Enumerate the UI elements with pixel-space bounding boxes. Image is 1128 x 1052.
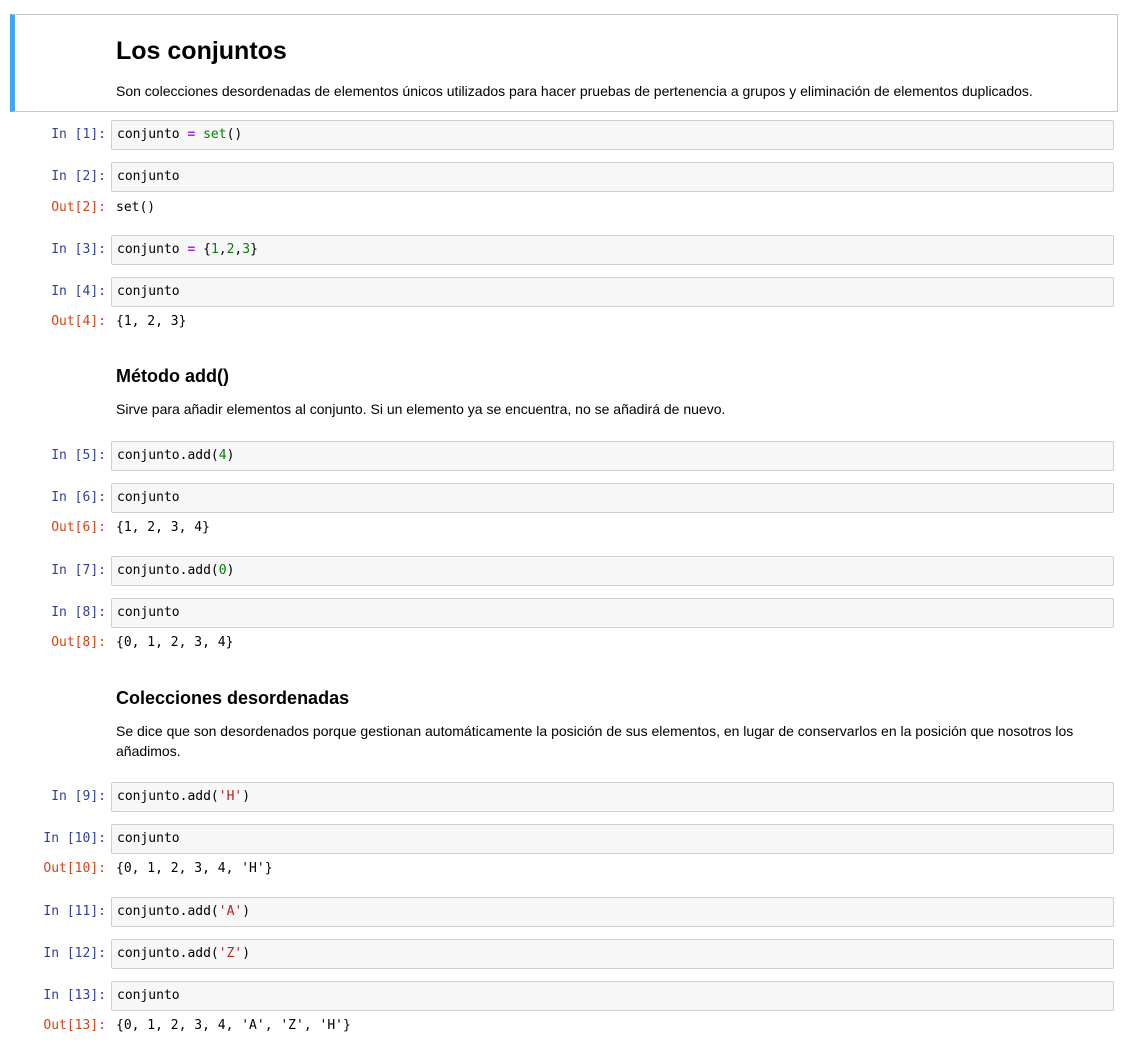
section-heading: Colecciones desordenadas bbox=[116, 688, 350, 708]
markdown-paragraph: Son colecciones desordenadas de elemento… bbox=[116, 83, 1033, 99]
code-cell: In [11]: conjunto.add('A') bbox=[0, 897, 1128, 927]
markdown-cell[interactable]: Método add() Sirve para añadir elementos … bbox=[116, 366, 1096, 419]
output-cell: Out[13]: {0, 1, 2, 3, 4, 'A', 'Z', 'H'} bbox=[0, 1011, 1128, 1041]
input-prompt: In [3]: bbox=[51, 242, 106, 257]
output-cell: Out[8]: {0, 1, 2, 3, 4} bbox=[0, 628, 1128, 658]
markdown-paragraph: Se dice que son desordenados porque gest… bbox=[116, 723, 1074, 759]
input-prompt: In [4]: bbox=[51, 284, 106, 299]
code-cell: In [1]: conjunto = set() bbox=[0, 120, 1128, 150]
code-token-num: 4 bbox=[218, 448, 227, 463]
input-prompt: In [2]: bbox=[51, 169, 106, 184]
code-token: conjunto.add( bbox=[117, 563, 219, 578]
output-prompt: Out[13]: bbox=[43, 1018, 106, 1033]
code-cell: In [4]: conjunto bbox=[0, 277, 1128, 307]
output-text: {0, 1, 2, 3, 4, 'A', 'Z', 'H'} bbox=[116, 1018, 351, 1033]
code-cell: In [5]: conjunto.add(4) bbox=[0, 441, 1128, 471]
code-token: conjunto bbox=[117, 284, 180, 299]
code-input[interactable]: conjunto.add('H') bbox=[111, 782, 1114, 812]
code-input[interactable]: conjunto bbox=[111, 162, 1114, 192]
code-token-str: 'A' bbox=[218, 904, 243, 919]
code-input[interactable]: conjunto.add(4) bbox=[111, 441, 1114, 471]
code-cell: In [12]: conjunto.add('Z') bbox=[0, 939, 1128, 969]
code-token-str: 'H' bbox=[218, 789, 243, 804]
page-title: Los conjuntos bbox=[116, 37, 287, 65]
output-text: {1, 2, 3, 4} bbox=[116, 520, 210, 535]
output-cell: Out[10]: {0, 1, 2, 3, 4, 'H'} bbox=[0, 854, 1128, 884]
notebook: Los conjuntos Son colecciones desordenada… bbox=[0, 0, 1128, 1052]
markdown-paragraph: Sirve para añadir elementos al conjunto.… bbox=[116, 401, 726, 417]
code-input[interactable]: conjunto.add('A') bbox=[111, 897, 1114, 927]
code-input[interactable]: conjunto bbox=[111, 277, 1114, 307]
markdown-cell[interactable]: Los conjuntos Son colecciones desordenada… bbox=[10, 14, 1118, 112]
code-token: conjunto bbox=[117, 490, 180, 505]
code-token: conjunto bbox=[117, 242, 188, 257]
code-cell: In [13]: conjunto bbox=[0, 981, 1128, 1011]
code-token: ) bbox=[226, 563, 235, 578]
code-token-num: 1 bbox=[210, 242, 219, 257]
output-prompt: Out[4]: bbox=[51, 314, 106, 329]
markdown-cell[interactable]: Colecciones desordenadas Se dice que son … bbox=[116, 688, 1096, 761]
code-token: () bbox=[226, 127, 243, 142]
code-cell: In [7]: conjunto.add(0) bbox=[0, 556, 1128, 586]
input-prompt: In [5]: bbox=[51, 448, 106, 463]
output-prompt: Out[8]: bbox=[51, 635, 106, 650]
output-prompt: Out[2]: bbox=[51, 200, 106, 215]
code-token-num: 3 bbox=[242, 242, 251, 257]
code-token: conjunto.add( bbox=[117, 904, 219, 919]
input-prompt: In [7]: bbox=[51, 563, 106, 578]
code-token: ) bbox=[242, 789, 251, 804]
code-token: conjunto bbox=[117, 169, 180, 184]
code-cell: In [8]: conjunto bbox=[0, 598, 1128, 628]
code-token-num: 0 bbox=[218, 563, 227, 578]
code-token: { bbox=[195, 242, 211, 257]
code-token: conjunto.add( bbox=[117, 448, 219, 463]
code-input[interactable]: conjunto = set() bbox=[111, 120, 1114, 150]
code-token: conjunto bbox=[117, 831, 180, 846]
code-token: conjunto.add( bbox=[117, 946, 219, 961]
input-prompt: In [12]: bbox=[43, 946, 106, 961]
code-token: conjunto bbox=[117, 605, 180, 620]
code-input[interactable]: conjunto = {1,2,3} bbox=[111, 235, 1114, 265]
code-input[interactable]: conjunto.add(0) bbox=[111, 556, 1114, 586]
section-heading: Método add() bbox=[116, 366, 229, 386]
code-cell: In [6]: conjunto bbox=[0, 483, 1128, 513]
output-cell: Out[2]: set() bbox=[0, 193, 1128, 223]
output-text: {1, 2, 3} bbox=[116, 314, 187, 329]
code-cell: In [10]: conjunto bbox=[0, 824, 1128, 854]
code-cell: In [9]: conjunto.add('H') bbox=[0, 782, 1128, 812]
output-text: {0, 1, 2, 3, 4, 'H'} bbox=[116, 861, 273, 876]
code-cell: In [2]: conjunto bbox=[0, 162, 1128, 192]
input-prompt: In [10]: bbox=[43, 831, 106, 846]
code-token: conjunto.add( bbox=[117, 789, 219, 804]
output-cell: Out[6]: {1, 2, 3, 4} bbox=[0, 513, 1128, 543]
code-input[interactable]: conjunto bbox=[111, 598, 1114, 628]
code-input[interactable]: conjunto bbox=[111, 483, 1114, 513]
input-prompt: In [11]: bbox=[43, 904, 106, 919]
input-prompt: In [6]: bbox=[51, 490, 106, 505]
output-text: set() bbox=[116, 200, 156, 215]
code-cell: In [3]: conjunto = {1,2,3} bbox=[0, 235, 1128, 265]
output-text: {0, 1, 2, 3, 4} bbox=[116, 635, 234, 650]
code-token: ) bbox=[242, 904, 251, 919]
input-prompt: In [1]: bbox=[51, 127, 106, 142]
code-input[interactable]: conjunto.add('Z') bbox=[111, 939, 1114, 969]
code-token: conjunto bbox=[117, 988, 180, 1003]
code-input[interactable]: conjunto bbox=[111, 824, 1114, 854]
output-prompt: Out[10]: bbox=[43, 861, 106, 876]
code-token: conjunto bbox=[117, 127, 188, 142]
output-prompt: Out[6]: bbox=[51, 520, 106, 535]
code-token: ) bbox=[226, 448, 235, 463]
code-token: ) bbox=[242, 946, 251, 961]
code-token-bi: set bbox=[203, 127, 227, 142]
code-token: } bbox=[250, 242, 258, 257]
code-input[interactable]: conjunto bbox=[111, 981, 1114, 1011]
input-prompt: In [8]: bbox=[51, 605, 106, 620]
code-token-str: 'Z' bbox=[218, 946, 243, 961]
output-cell: Out[4]: {1, 2, 3} bbox=[0, 307, 1128, 337]
input-prompt: In [13]: bbox=[43, 988, 106, 1003]
code-token: , bbox=[218, 242, 227, 257]
input-prompt: In [9]: bbox=[51, 789, 106, 804]
